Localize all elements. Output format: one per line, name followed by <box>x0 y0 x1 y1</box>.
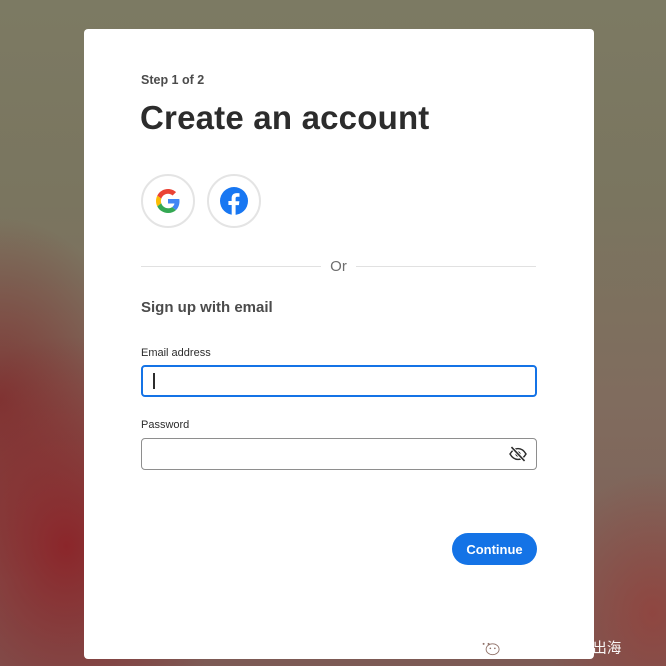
eye-slash-icon[interactable] <box>509 446 527 462</box>
email-signup-heading: Sign up with email <box>141 299 273 316</box>
text-cursor <box>153 373 155 389</box>
email-label: Email address <box>141 347 211 359</box>
password-label: Password <box>141 419 190 431</box>
watermark: 公众号 · 猎者出海 <box>478 636 621 658</box>
or-divider: Or <box>141 258 536 276</box>
facebook-signin-button[interactable] <box>207 174 261 228</box>
wechat-logo-icon <box>478 638 500 656</box>
divider-line-right <box>356 266 536 267</box>
password-field[interactable] <box>141 438 537 470</box>
email-field[interactable] <box>141 365 537 397</box>
continue-button[interactable]: Continue <box>452 533 537 565</box>
google-logo-icon <box>156 189 180 213</box>
facebook-logo-icon <box>220 187 248 215</box>
step-indicator: Step 1 of 2 <box>141 73 205 87</box>
signup-card: Step 1 of 2 Create an account Or Sign up… <box>84 29 594 659</box>
watermark-text: 公众号 · 猎者出海 <box>506 640 622 657</box>
page-title: Create an account <box>140 99 430 136</box>
google-signin-button[interactable] <box>141 174 195 228</box>
